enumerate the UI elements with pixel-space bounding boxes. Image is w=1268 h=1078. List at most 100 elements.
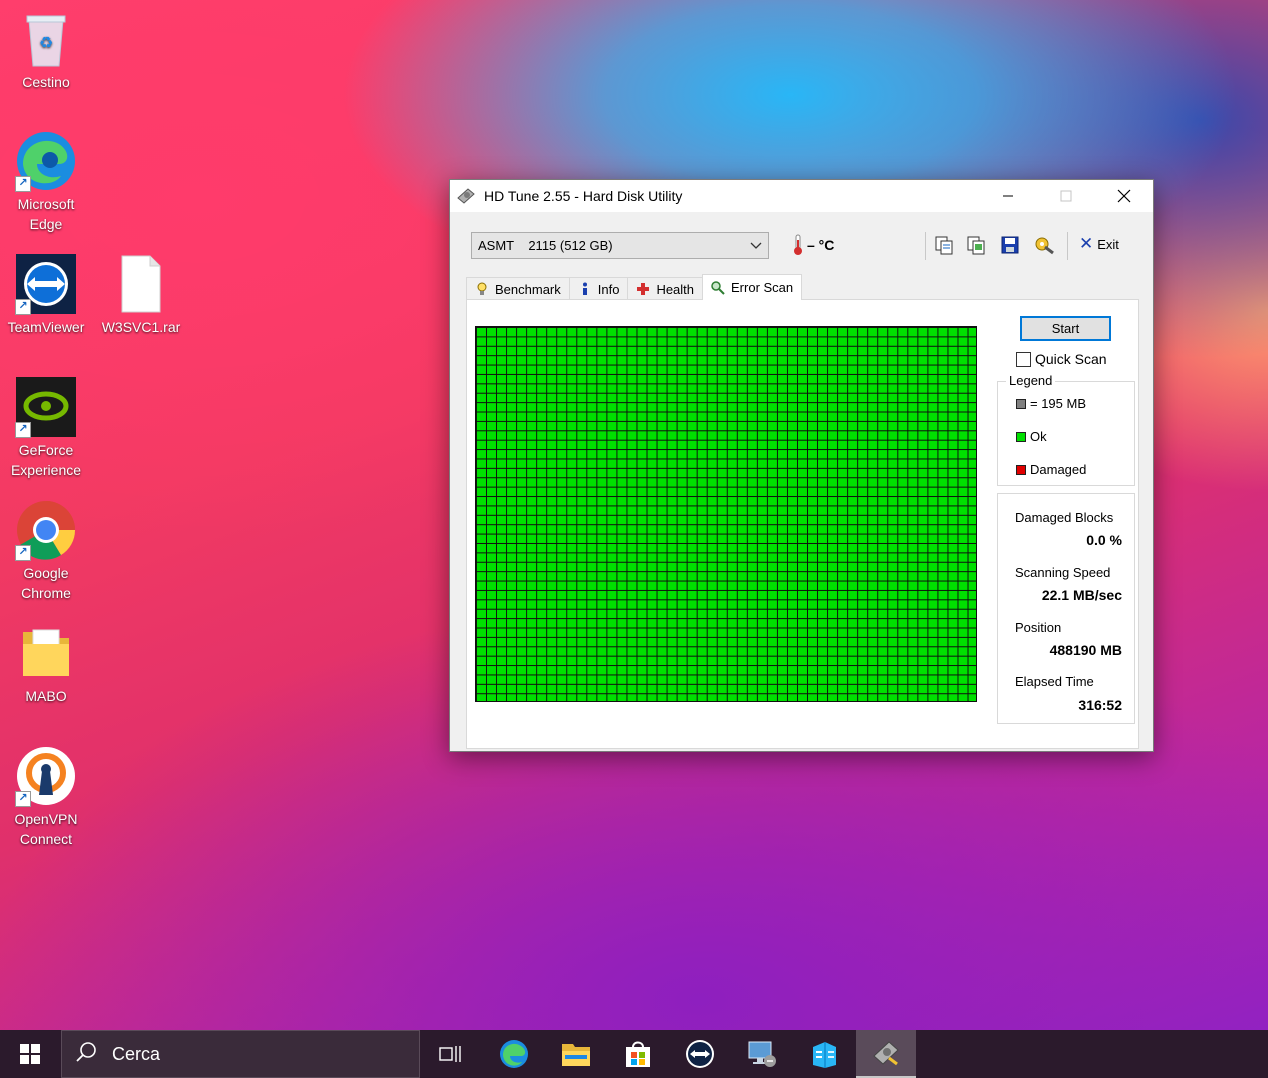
taskbar-remote-desktop[interactable] — [732, 1030, 792, 1078]
desktop-icon-mabo-folder[interactable]: MABO — [0, 622, 92, 706]
tab-info[interactable]: Info — [568, 277, 629, 300]
recycle-bin-icon: ♻ — [15, 8, 77, 70]
desktop-icon-recycle-bin[interactable]: ♻ Cestino — [0, 8, 92, 92]
position-label: Position — [1015, 620, 1062, 635]
tab-label: Benchmark — [495, 281, 561, 297]
start-menu-button[interactable] — [0, 1030, 60, 1078]
shortcut-arrow-icon: ↗ — [15, 422, 31, 438]
quick-scan-option[interactable]: Quick Scan — [1016, 351, 1107, 367]
chrome-icon: ↗ — [15, 499, 77, 561]
icon-label: Connect — [19, 831, 73, 847]
scan-block-map — [475, 326, 977, 702]
damaged-blocks-label: Damaged Blocks — [1015, 510, 1114, 525]
shortcut-arrow-icon: ↗ — [15, 545, 31, 561]
damaged-blocks-value: 0.0 % — [1086, 532, 1122, 548]
toolbar-separator — [1067, 232, 1068, 260]
drive-select[interactable]: ASMT 2115 (512 GB) — [471, 232, 769, 259]
copy-icon — [935, 236, 953, 255]
desktop-icon-geforce[interactable]: ↗ GeForce Experience — [0, 376, 92, 480]
legend-swatch — [1016, 464, 1026, 475]
icon-label: OpenVPN — [14, 811, 78, 827]
desktop-icon-edge[interactable]: ↗ Microsoft Edge — [0, 130, 92, 234]
scan-stats-group: Damaged Blocks 0.0 % Scanning Speed 22.1… — [997, 493, 1135, 724]
legend-swatch — [1016, 398, 1026, 409]
teamviewer-icon — [686, 1040, 714, 1068]
icon-label: Experience — [10, 462, 82, 478]
desktop-icon-teamviewer[interactable]: ↗ TeamViewer — [0, 253, 92, 337]
legend-label: Ok — [1030, 429, 1047, 444]
legend-swatch — [1016, 431, 1026, 442]
save-button[interactable] — [997, 232, 1023, 258]
nvidia-icon: ↗ — [15, 376, 77, 438]
hdtune-app-icon — [873, 1041, 899, 1066]
icon-label: GeForce — [18, 442, 74, 458]
legend-group: Legend = 195 MB Ok Damaged — [997, 373, 1135, 486]
search-icon — [76, 1041, 98, 1068]
floppy-disk-icon — [1001, 236, 1019, 254]
taskbar-teamviewer[interactable] — [670, 1030, 730, 1078]
shortcut-arrow-icon: ↗ — [15, 176, 31, 192]
file-icon — [110, 253, 172, 315]
taskbar-file-explorer[interactable] — [546, 1030, 606, 1078]
windows-logo-icon — [20, 1044, 40, 1064]
quick-scan-checkbox[interactable] — [1016, 351, 1031, 367]
desktop-icon-openvpn[interactable]: ↗ OpenVPN Connect — [0, 745, 92, 849]
legend-item-damaged: Damaged — [1016, 462, 1086, 477]
tab-benchmark[interactable]: Benchmark — [466, 277, 570, 300]
icon-label: Microsoft — [17, 196, 75, 212]
copy-text-button[interactable] — [931, 232, 957, 258]
toolbar: ASMT 2115 (512 GB) – °C ✕ Exit — [471, 232, 1139, 260]
exit-button[interactable]: ✕ Exit — [1079, 234, 1119, 254]
shortcut-arrow-icon: ↗ — [15, 791, 31, 807]
taskbar-hdtune[interactable] — [856, 1030, 916, 1078]
maximize-icon — [1060, 190, 1072, 202]
position-value: 488190 MB — [1049, 642, 1122, 658]
icon-label: Chrome — [21, 585, 71, 601]
elapsed-time-value: 316:52 — [1078, 697, 1122, 713]
title-bar[interactable]: HD Tune 2.55 - Hard Disk Utility — [450, 180, 1153, 212]
copy-screenshot-button[interactable] — [963, 232, 989, 258]
temperature-value: – °C — [807, 237, 835, 253]
tab-label: Health — [656, 281, 695, 297]
openvpn-icon: ↗ — [15, 745, 77, 807]
window-title: HD Tune 2.55 - Hard Disk Utility — [484, 188, 683, 204]
tab-error-scan[interactable]: Error Scan — [702, 274, 803, 300]
tab-health[interactable]: Health — [627, 277, 704, 300]
task-view-button[interactable] — [420, 1030, 480, 1078]
desktop-icon-w3svc1-rar[interactable]: W3SVC1.rar — [95, 253, 187, 337]
task-view-icon — [439, 1046, 461, 1062]
taskbar-server-app[interactable] — [794, 1030, 854, 1078]
taskbar-search-box[interactable]: Cerca — [61, 1030, 420, 1078]
legend-item-ok: Ok — [1016, 429, 1047, 444]
tab-label: Error Scan — [731, 280, 794, 295]
icon-label: Edge — [29, 216, 63, 232]
teamviewer-icon: ↗ — [15, 253, 77, 315]
health-cross-icon — [636, 282, 650, 296]
minimize-button[interactable] — [979, 180, 1037, 212]
options-button[interactable] — [1031, 232, 1057, 258]
edge-icon — [500, 1040, 528, 1068]
taskbar-store[interactable] — [608, 1030, 668, 1078]
search-placeholder: Cerca — [112, 1043, 161, 1064]
start-button[interactable]: Start — [1020, 316, 1111, 341]
taskbar-edge[interactable] — [484, 1030, 544, 1078]
copy-image-icon — [967, 236, 985, 255]
exit-label: Exit — [1097, 236, 1119, 252]
wrench-options-icon — [1035, 237, 1054, 255]
folder-icon — [15, 622, 77, 684]
close-button[interactable] — [1095, 180, 1153, 212]
hdtune-window: HD Tune 2.55 - Hard Disk Utility ASMT 21… — [449, 179, 1154, 752]
icon-label: MABO — [25, 688, 67, 704]
maximize-button[interactable] — [1037, 180, 1095, 212]
legend-title: Legend — [1006, 373, 1056, 388]
remote-desktop-icon — [748, 1041, 776, 1067]
scanning-speed-label: Scanning Speed — [1015, 565, 1111, 580]
hdtune-app-icon — [456, 186, 476, 206]
error-scan-panel: Start Quick Scan Legend = 195 MB Ok Dama… — [466, 299, 1139, 749]
legend-label: Damaged — [1030, 462, 1087, 477]
icon-label: Google — [23, 565, 69, 581]
lightbulb-icon — [475, 282, 489, 296]
desktop-icon-chrome[interactable]: ↗ Google Chrome — [0, 499, 92, 603]
folder-icon — [562, 1044, 590, 1066]
shortcut-arrow-icon: ↗ — [15, 299, 31, 315]
